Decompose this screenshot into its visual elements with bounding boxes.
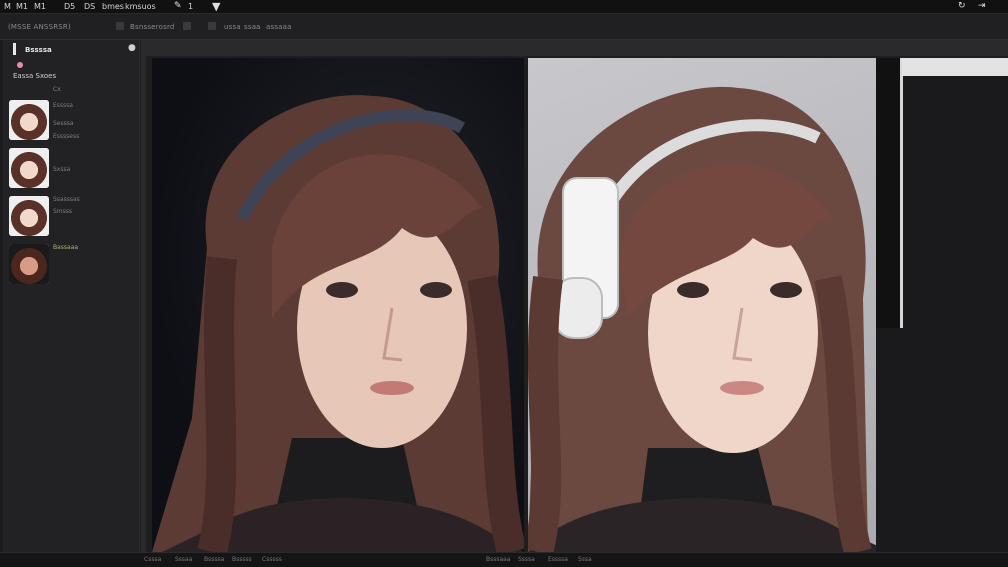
color-dot-icon[interactable] — [17, 62, 23, 68]
status-bar: Csssa Sssaa Bssssa Bsssss Csssss Bsssaaa… — [0, 552, 1008, 567]
tab-5[interactable]: assaaa — [266, 23, 292, 31]
tab-icon — [116, 22, 124, 30]
caret-down-icon[interactable]: ▼ — [212, 0, 220, 13]
menu-item-m1[interactable]: M1 — [16, 2, 28, 11]
panel-subtitle: Eassa Sxoes — [13, 72, 57, 80]
tab-4[interactable]: ssaa — [244, 23, 261, 31]
layer-thumbnail[interactable] — [9, 244, 49, 284]
layer-label: Sesssa — [53, 120, 74, 127]
status-item[interactable]: Essssa — [548, 556, 568, 563]
panel-grip-icon[interactable] — [13, 43, 16, 55]
menu-item-bmes[interactable]: bmes — [102, 2, 124, 11]
status-item[interactable]: Bssssa — [204, 556, 224, 563]
layer-label-active: Bassaaa — [53, 244, 79, 251]
portrait-drawing — [152, 95, 524, 552]
layer-label: Sxssa — [53, 166, 71, 173]
menu-item-1[interactable]: 1 — [188, 2, 193, 11]
portrait-drawing-edited — [528, 86, 891, 552]
panel-divider — [876, 58, 902, 328]
tab-2[interactable]: Bsnsserosrd — [130, 23, 175, 31]
panel-title: Bssssa — [25, 46, 52, 54]
panel-toggle-icon[interactable]: ⇥ — [978, 1, 986, 11]
layer-thumbnail[interactable] — [9, 148, 49, 188]
panel-options-icon[interactable]: ● — [128, 43, 136, 53]
panel-divider-light — [900, 58, 903, 328]
status-item[interactable]: Csssa — [144, 556, 161, 563]
properties-header-bar[interactable] — [902, 58, 1008, 76]
status-item[interactable]: Bsssaaa — [486, 556, 511, 563]
tab-icon-2 — [183, 22, 191, 30]
tab-icon-3 — [208, 22, 216, 30]
menu-item-ds[interactable]: DS — [84, 2, 95, 11]
status-item[interactable]: Ssssa — [518, 556, 535, 563]
layer-thumbnail[interactable] — [9, 196, 49, 236]
menu-item-m1b[interactable]: M1 — [34, 2, 46, 11]
menu-bar: M M1 M1 D5 DS bmes kmsuos 1 ✎ ▼ ↻ ⇥ — [0, 0, 1008, 14]
tab-3[interactable]: ussa — [224, 23, 241, 31]
layer-label: Cx — [53, 86, 61, 93]
tab-1[interactable]: (MSSE ANSSRSR) — [8, 23, 71, 31]
layer-label: Essssa — [53, 102, 73, 109]
status-item[interactable]: Sssaa — [175, 556, 192, 563]
portrait-image-original[interactable] — [152, 58, 524, 552]
refresh-icon[interactable]: ↻ — [958, 1, 966, 11]
portrait-image-edited[interactable] — [528, 58, 891, 552]
menu-item-m[interactable]: M — [4, 2, 11, 11]
menu-item-kmsuos[interactable]: kmsuos — [125, 2, 156, 11]
toolbar: (MSSE ANSSRSR) Bsnsserosrd ussa ssaa ass… — [0, 14, 1008, 40]
brush-icon[interactable]: ✎ — [174, 1, 182, 11]
layer-label: Ssasssas — [53, 196, 80, 203]
layer-thumbnail[interactable] — [9, 100, 49, 140]
layer-label: Smsss — [53, 208, 73, 215]
status-item[interactable]: Csssss — [262, 556, 282, 563]
menu-item-d5[interactable]: D5 — [64, 2, 75, 11]
status-item[interactable]: Sssa — [578, 556, 592, 563]
layer-label: Essssess — [53, 133, 80, 140]
layers-panel: Bssssa ● Eassa Sxoes Cx Essssa Sesssa Es… — [3, 40, 140, 552]
status-item[interactable]: Bsssss — [232, 556, 252, 563]
